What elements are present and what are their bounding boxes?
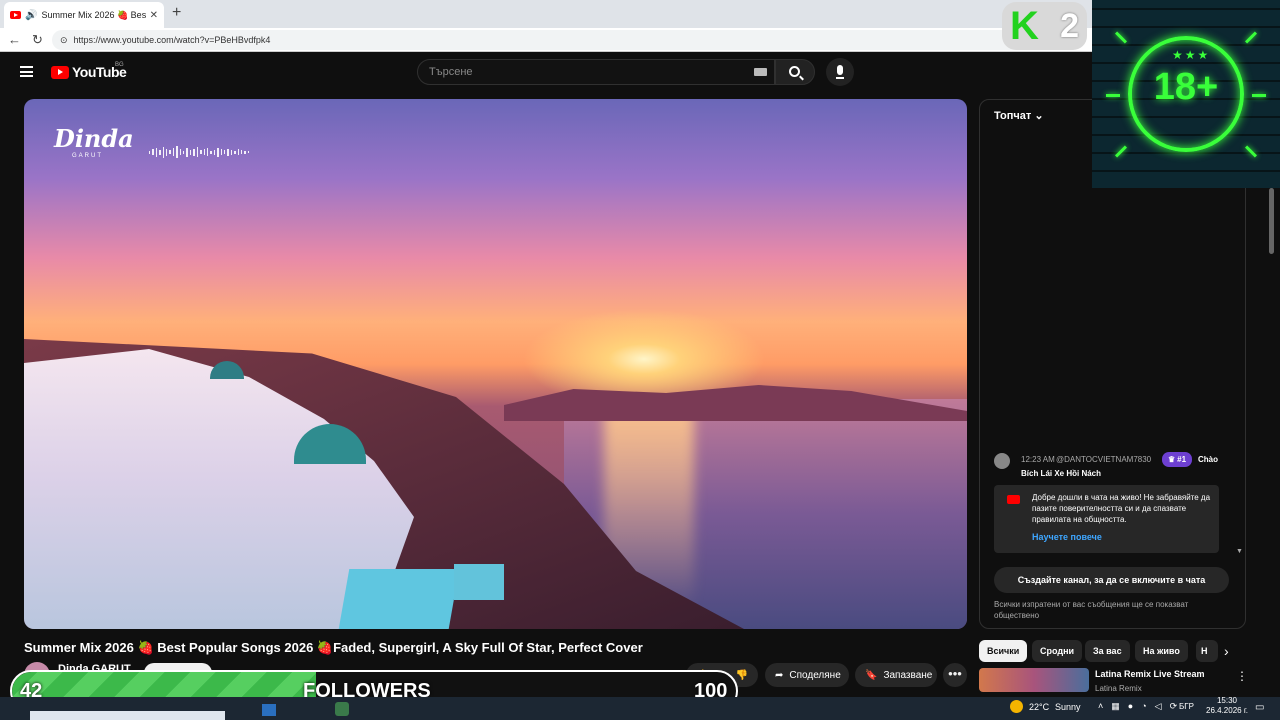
page-right-strip [1246,188,1280,697]
network-icon[interactable]: ▦ [1111,701,1120,712]
youtube-favicon-icon [10,11,21,19]
search-placeholder: Търсене [429,66,473,78]
age-rating-text: 18+ [1153,66,1219,108]
chip-live[interactable]: На живо [1135,640,1188,662]
create-channel-button[interactable]: Създайте канал, за да се включите в чата [994,567,1229,593]
share-label: Споделяне [789,669,841,681]
clock-date: 26.4.2026 г. [1206,706,1248,715]
chat-avatar[interactable] [994,453,1010,469]
back-arrow-icon[interactable]: ← [8,32,21,47]
chat-mode-label: Топчат [994,110,1032,122]
taskbar-active-window[interactable] [30,711,225,720]
tab-close-icon[interactable]: ✕ [150,10,158,21]
suggestion-title[interactable]: Latina Remix Live Stream [1095,669,1205,679]
reload-icon[interactable]: ↻ [32,32,43,48]
wifi-icon[interactable]: ◔ [1141,701,1146,712]
kick-number: 2 [1060,6,1079,45]
share-button[interactable]: ➦ Споделяне [765,663,849,687]
age-rating-neon-sign: ★★★ 18+ [1092,0,1280,188]
thumbs-down-icon[interactable]: 👎 [736,670,748,681]
channel-watermark: Dinda [54,124,134,153]
chat-message-text: Bích Lái Xe Hồi Nách [1021,469,1102,478]
chat-rank-badge: ♛ #1 [1162,452,1192,467]
chip-next-partial[interactable]: Н [1196,640,1218,662]
kick-badge: K 2 [1002,2,1087,50]
tab-title: Summer Mix 2026 🍓 Best Pc [41,9,146,20]
taskbar-app-icon[interactable] [335,702,349,716]
chip-all[interactable]: Всички [979,640,1028,662]
volume-icon[interactable]: ◁ [1155,701,1162,712]
chat-timestamp: 12:23 AM [1021,455,1055,464]
menu-icon[interactable] [20,66,33,77]
chip-for-you[interactable]: За вас [1085,640,1130,662]
video-mountains [504,385,967,421]
search-button[interactable] [775,59,815,85]
video-pool [338,569,460,629]
page-scrollbar[interactable] [1269,188,1274,254]
kick-logo-icon: K [1010,4,1039,48]
video-player[interactable]: Dinda GARUT [24,99,967,629]
suggestion-channel: Latina Remix [1095,684,1142,693]
clock-time: 15:30 [1216,696,1238,705]
save-label: Запазване [883,669,933,681]
chat-mode-dropdown[interactable]: Топчат ⌄ [994,109,1044,122]
site-info-icon[interactable]: ⊙ [60,35,68,46]
chevron-right-icon[interactable]: › [1224,643,1229,659]
sun-icon[interactable] [1010,700,1023,713]
taskbar-app-icon[interactable] [262,704,276,716]
voice-search-button[interactable] [826,58,854,86]
chevron-down-icon: ⌄ [1034,110,1044,122]
chat-rank-text: #1 [1177,455,1187,464]
chat-welcome-text: Добре дошли в чата на живо! Не забравяйт… [1032,493,1211,524]
crown-icon: ♛ [1167,455,1176,464]
new-tab-button[interactable]: + [172,4,181,22]
channel-watermark-sub: GARUT [72,153,103,159]
learn-more-link[interactable]: Научете повече [1032,532,1102,542]
chevron-up-icon[interactable]: ˄ [1098,701,1103,712]
weather-condition[interactable]: Sunny [1055,702,1081,712]
youtube-icon [1007,495,1020,504]
suggestion-thumbnail[interactable] [979,668,1089,692]
search-input[interactable]: Търсене [417,59,775,85]
bookmark-icon: 🔖 [865,669,878,681]
url-field[interactable]: ⊙ https://www.youtube.com/watch?v=PBeHBv… [52,30,1052,50]
save-button[interactable]: 🔖 Запазване [855,663,937,687]
chat-public-note: Всички изпратени от вас съобщения ще се … [994,600,1189,620]
chat-username[interactable]: @DANTOCVIETNAM7830 [1056,455,1151,464]
system-tray: ˄ ▦ ● ◔ ◁ ⟳ [1098,701,1177,712]
country-code: BG [115,62,124,68]
browser-tab[interactable]: 🔊 Summer Mix 2026 🍓 Best Pc ✕ [4,2,164,28]
video-title: Summer Mix 2026 🍓 Best Popular Songs 202… [24,640,643,655]
chat-message-text: Chào [1198,455,1218,464]
url-text: https://www.youtube.com/watch?v=PBeHBvdf… [73,35,271,45]
share-icon: ➦ [775,669,784,681]
audio-wave-icon [149,146,250,158]
youtube-play-icon [51,65,69,79]
video-pool [454,564,504,600]
microphone-icon[interactable]: ● [1128,701,1133,712]
search-icon [789,66,800,77]
language-indicator[interactable]: БГР [1179,702,1194,711]
taskbar-clock[interactable]: 15:30 26.4.2026 г. [1202,696,1252,716]
speaker-icon[interactable]: 🔊 [25,10,37,21]
stars-icon: ★★★ [1172,48,1211,62]
browser-tab-bar [0,0,1280,28]
notification-icon[interactable]: ▭ [1255,702,1264,713]
weather-temperature[interactable]: 22°C [1029,702,1049,712]
more-actions-button[interactable]: ••• [943,663,967,687]
chip-related[interactable]: Сродни [1032,640,1083,662]
scroll-down-icon[interactable]: ▼ [1236,548,1243,555]
sync-icon[interactable]: ⟳ [1170,701,1178,712]
keyboard-icon[interactable] [754,68,767,76]
microphone-icon [837,65,843,75]
